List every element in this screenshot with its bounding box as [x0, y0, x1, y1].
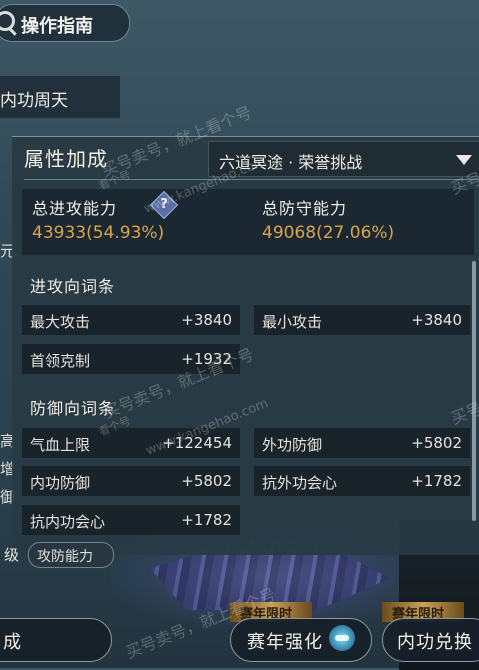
attack-defense-chip[interactable]: 攻防能力	[28, 542, 114, 568]
guide-button[interactable]: 操作指南	[0, 4, 130, 42]
stat-name: 首领克制	[30, 352, 91, 370]
attack-defense-chip-label: 攻防能力	[37, 549, 93, 565]
neigong-exchange-label: 内功兑换	[397, 632, 473, 653]
title-divider	[24, 179, 479, 180]
attack-section-title: 进攻向词条	[30, 277, 116, 296]
stat-value: +5802	[411, 434, 462, 452]
season-enhance-button[interactable]: 赛年强化	[230, 618, 372, 662]
stat-name: 内功防御	[30, 474, 91, 492]
total-defense-label: 总防守能力	[262, 199, 348, 218]
guide-button-label: 操作指南	[21, 16, 93, 37]
stat-value: +3840	[181, 311, 232, 329]
stat-row: 最大攻击 +3840	[22, 305, 240, 335]
stat-name: 抗外功会心	[262, 474, 338, 492]
bottom-left-button[interactable]: 成	[0, 618, 112, 662]
stat-name: 抗内功会心	[30, 513, 106, 531]
season-enhance-label: 赛年强化	[247, 632, 323, 653]
stat-row: 外功防御 +5802	[254, 428, 470, 458]
chevron-down-icon	[456, 155, 472, 165]
stat-value: +1782	[411, 472, 462, 490]
stat-value: +3840	[411, 311, 462, 329]
stat-value: +5802	[181, 472, 232, 490]
stat-row: 抗内功会心 +1782	[22, 505, 240, 535]
total-attack-label: 总进攻能力	[32, 199, 118, 218]
stat-row: 抗外功会心 +1782	[254, 466, 470, 496]
stat-name: 最大攻击	[30, 313, 91, 331]
skill-tab-label: 内功周天	[0, 91, 68, 111]
panel-title: 属性加成	[24, 147, 108, 171]
stat-value: +1782	[181, 511, 232, 529]
search-icon	[0, 11, 15, 31]
stat-row: 内功防御 +5802	[22, 466, 240, 496]
neigong-exchange-button[interactable]: 内功兑换	[382, 618, 479, 662]
wave-icon	[329, 625, 355, 651]
skill-tab-neigong[interactable]: 内功周天	[0, 76, 120, 118]
bottom-left-button-label: 成	[3, 632, 22, 653]
stat-name: 最小攻击	[262, 313, 323, 331]
total-attack-value: 43933(54.93%)	[32, 223, 165, 243]
left-fragment-level: 级	[4, 546, 20, 564]
stat-name: 外功防御	[262, 436, 323, 454]
stat-row: 最小攻击 +3840	[254, 305, 470, 335]
scrollbar[interactable]	[472, 261, 476, 521]
total-defense-value: 49068(27.06%)	[262, 223, 395, 243]
stat-name: 气血上限	[30, 436, 91, 454]
totals-box: 总进攻能力 ? 43933(54.93%) 总防守能力 49068(27.06%…	[22, 189, 474, 255]
